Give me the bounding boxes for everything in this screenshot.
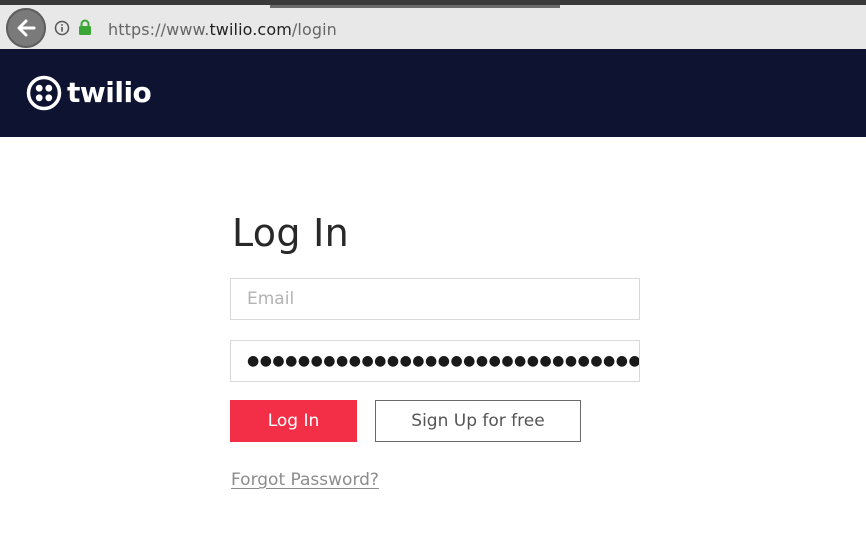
padlock-icon[interactable] [78, 19, 92, 36]
browser-toolbar: https://www. twilio.com/login [0, 0, 866, 54]
page-title: Log In [232, 211, 350, 255]
site-header: twilio [0, 49, 866, 137]
twilio-logo[interactable]: twilio [26, 73, 152, 113]
login-button[interactable]: Log In [230, 400, 357, 442]
url-scheme: https://www. [108, 19, 210, 39]
twilio-logo-mark [26, 75, 62, 111]
back-button[interactable] [6, 8, 46, 48]
forgot-password-link[interactable]: Forgot Password? [231, 470, 379, 490]
logo-wordmark: twilio [67, 76, 152, 109]
info-circle-icon[interactable] [54, 20, 70, 36]
password-field[interactable] [230, 340, 640, 382]
arrow-left-icon [17, 19, 36, 37]
tab-strip [270, 5, 560, 8]
url-host: twilio.com [209, 19, 292, 39]
url-path: /login [291, 19, 337, 39]
email-field[interactable] [230, 278, 640, 320]
signup-button[interactable]: Sign Up for free [375, 400, 581, 442]
address-bar[interactable]: https://www. twilio.com/login [100, 14, 866, 44]
